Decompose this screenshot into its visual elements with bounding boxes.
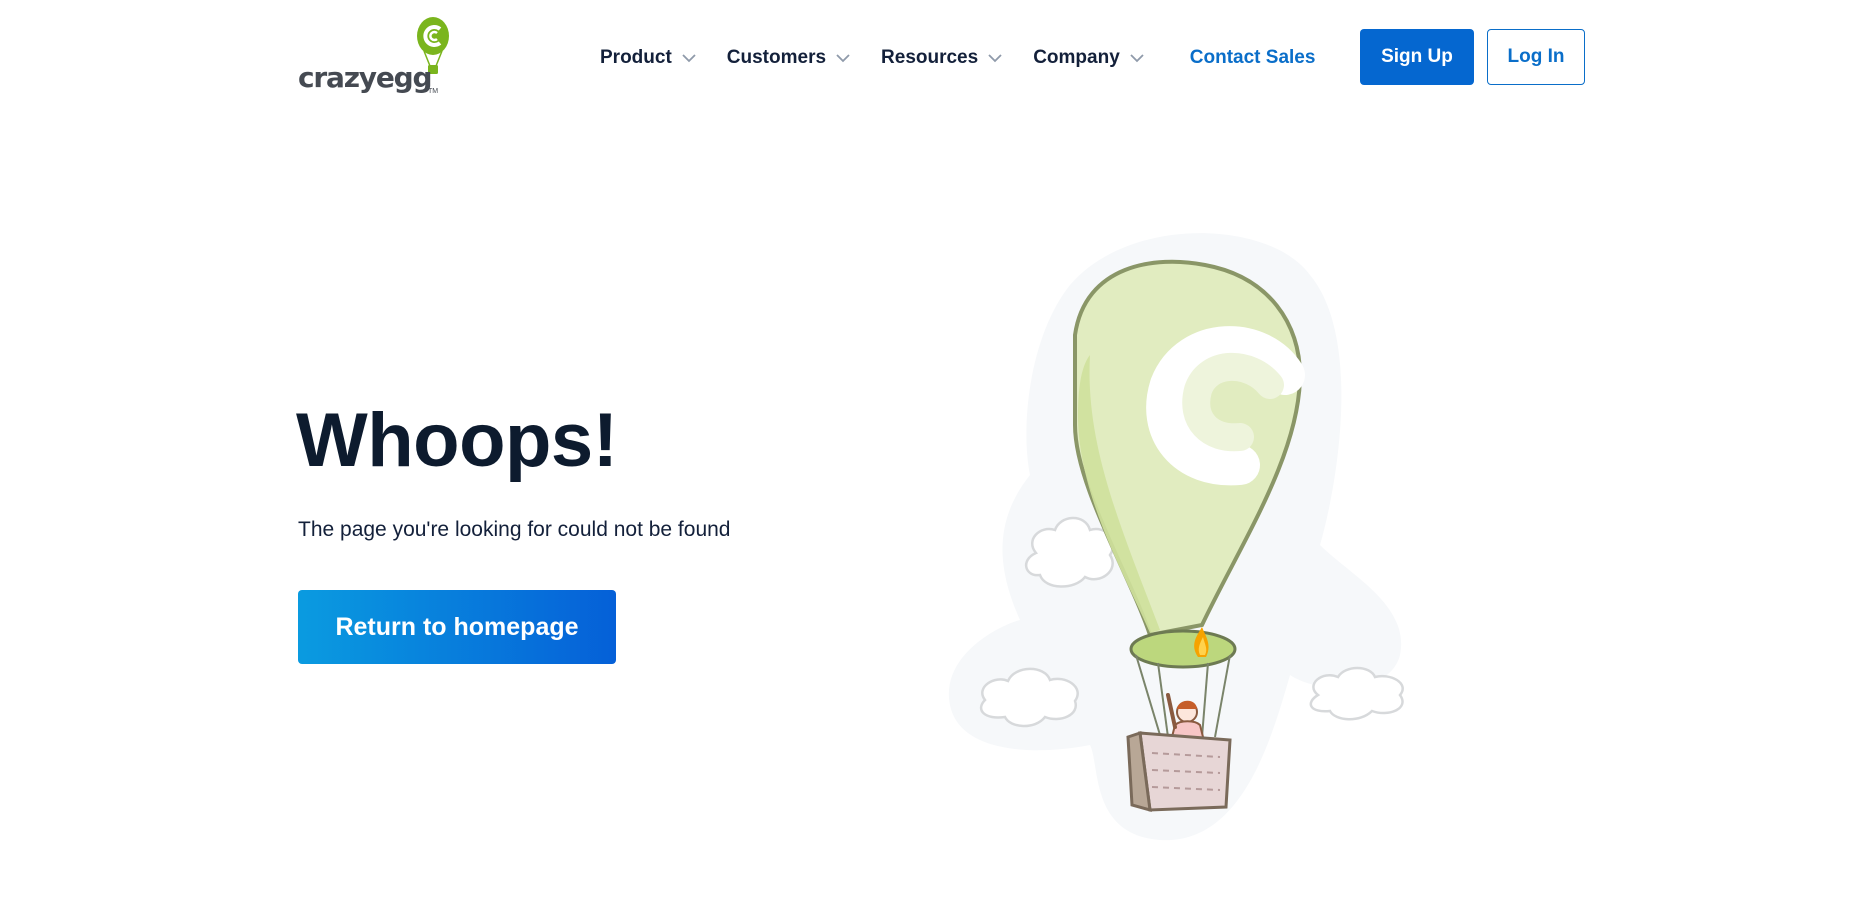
log-in-button[interactable]: Log In xyxy=(1487,29,1585,85)
contact-sales-link[interactable]: Contact Sales xyxy=(1190,47,1316,69)
error-message: The page you're looking for could not be… xyxy=(298,518,731,541)
nav-label: Company xyxy=(1033,47,1120,68)
crazyegg-logo[interactable]: crazyegg TM xyxy=(298,16,458,100)
chevron-down-icon xyxy=(1130,53,1144,62)
chevron-down-icon xyxy=(836,53,850,62)
nav-label: Customers xyxy=(726,47,827,68)
site-header: crazyegg TM Product Customers Resources … xyxy=(0,0,1872,115)
nav-label: Resources xyxy=(881,47,979,68)
sign-up-button[interactable]: Sign Up xyxy=(1360,29,1474,85)
logo-wordmark: crazyegg xyxy=(298,61,433,94)
nav-item-customers[interactable]: Customers xyxy=(727,47,850,69)
page-title: Whoops! xyxy=(296,398,618,483)
nav-label: Product xyxy=(600,47,672,68)
hot-air-balloon-illustration xyxy=(948,233,1404,841)
return-home-button[interactable]: Return to homepage xyxy=(298,590,616,664)
logo-trademark: TM xyxy=(428,88,439,95)
chevron-down-icon xyxy=(988,53,1002,62)
nav-item-product[interactable]: Product xyxy=(600,47,696,69)
chevron-down-icon xyxy=(682,53,696,62)
nav-item-resources[interactable]: Resources xyxy=(881,47,1002,69)
nav-item-company[interactable]: Company xyxy=(1033,47,1144,69)
main-nav: Product Customers Resources Company Cont… xyxy=(600,36,1315,80)
